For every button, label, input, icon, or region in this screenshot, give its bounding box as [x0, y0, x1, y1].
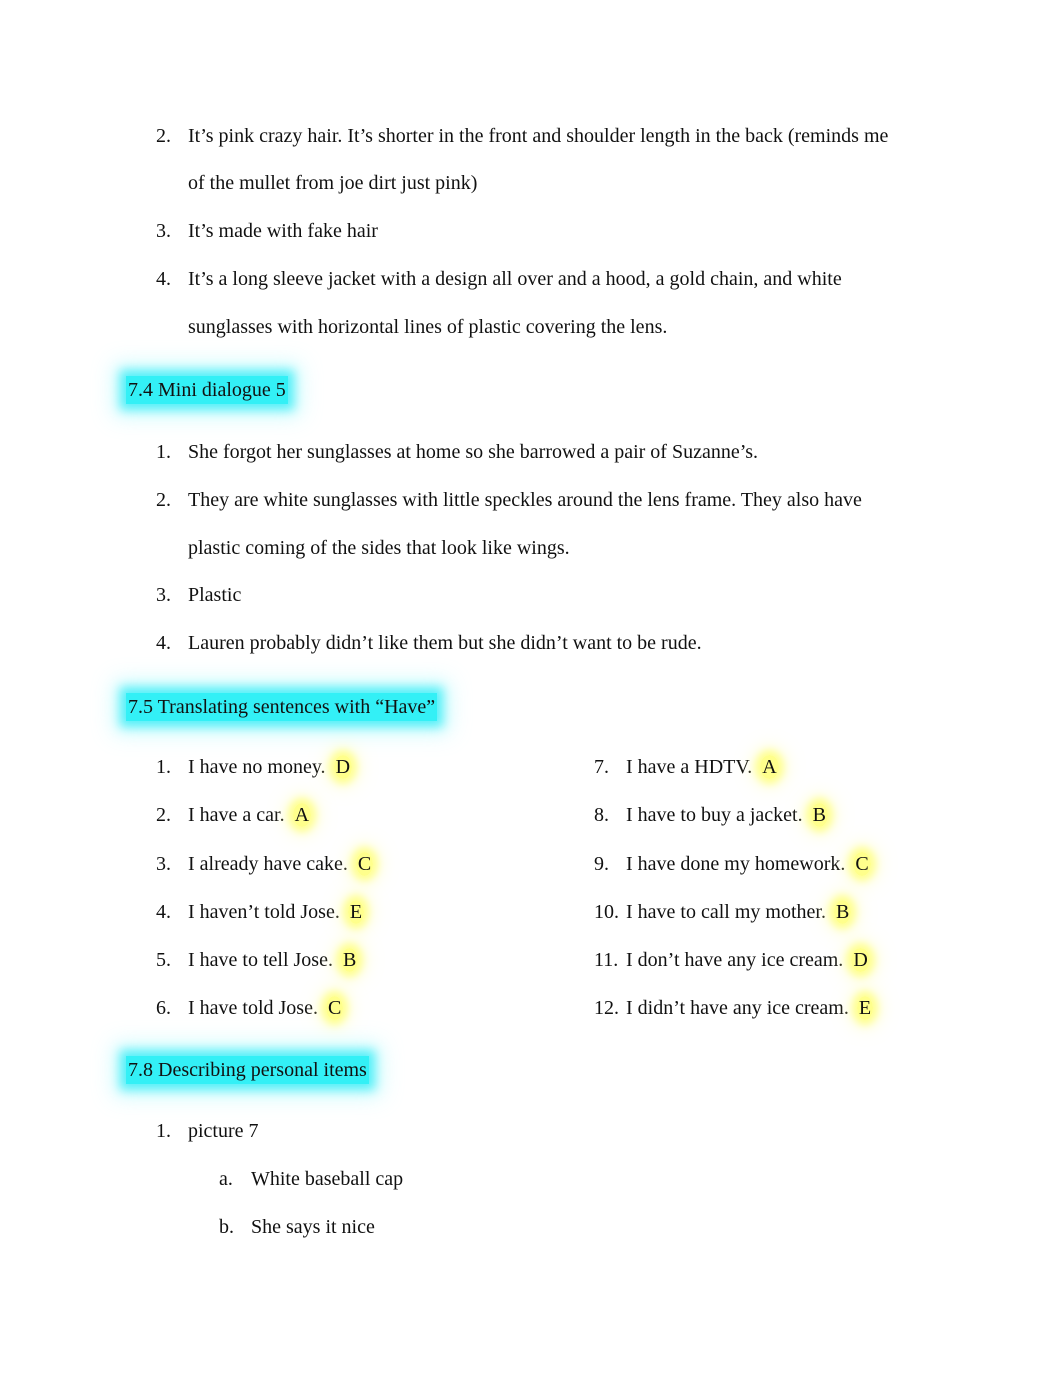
- sentence: I have told Jose.: [188, 997, 318, 1019]
- answer-highlight: E: [856, 996, 874, 1020]
- answer-highlight: C: [355, 852, 374, 876]
- list-number: 4.: [156, 268, 171, 290]
- list-number: 10.: [594, 901, 619, 923]
- list-number: 1.: [156, 756, 171, 778]
- list-number: 9.: [594, 853, 609, 875]
- sentence: I have to buy a jacket.: [626, 804, 803, 826]
- answer-highlight: B: [340, 948, 359, 972]
- list-number: 1.: [156, 1120, 171, 1142]
- sentence: I have to call my mother.: [626, 901, 826, 923]
- sentence: I haven’t told Jose.: [188, 901, 340, 923]
- answer-highlight: C: [853, 852, 871, 876]
- list-number: 1.: [156, 441, 171, 463]
- list-number: 3.: [156, 853, 171, 875]
- answer-highlight: C: [325, 996, 344, 1020]
- answer-highlight: B: [810, 803, 828, 827]
- answer-highlight: B: [833, 900, 852, 924]
- list-text: It’s pink crazy hair. It’s shorter in th…: [188, 125, 889, 147]
- sub-list-letter: a.: [219, 1168, 233, 1190]
- answer-highlight: E: [347, 900, 365, 924]
- answer-highlight: D: [333, 755, 353, 779]
- list-number: 7.: [594, 756, 609, 778]
- list-text: I have to tell Jose. B: [188, 948, 359, 972]
- list-text: Lauren probably didn’t like them but she…: [188, 632, 702, 654]
- list-text: I haven’t told Jose. E: [188, 900, 365, 924]
- list-text: I have no money. D: [188, 755, 353, 779]
- list-text: Plastic: [188, 584, 242, 606]
- list-text: It’s made with fake hair: [188, 220, 378, 242]
- sentence: I have to tell Jose.: [188, 949, 333, 971]
- answer-highlight: A: [760, 755, 779, 779]
- answer-highlight: A: [292, 803, 312, 827]
- sub-list-text: She says it nice: [251, 1216, 375, 1238]
- sentence: I have no money.: [188, 756, 326, 778]
- list-number: 2.: [156, 804, 171, 826]
- list-number: 4.: [156, 901, 171, 923]
- list-text: sunglasses with horizontal lines of plas…: [188, 316, 668, 338]
- list-text: I have done my homework. C: [626, 852, 871, 876]
- list-number: 6.: [156, 997, 171, 1019]
- section-heading-7-5: 7.5 Translating sentences with “Have”: [126, 693, 438, 721]
- list-text: picture 7: [188, 1120, 259, 1142]
- list-number: 2.: [156, 125, 171, 147]
- list-text: I already have cake. C: [188, 852, 374, 876]
- section-heading-7-8: 7.8 Describing personal items: [126, 1056, 369, 1084]
- list-number: 3.: [156, 220, 171, 242]
- list-text: I have a car. A: [188, 803, 312, 827]
- list-number: 12.: [594, 997, 619, 1019]
- sub-list-text: White baseball cap: [251, 1168, 404, 1190]
- section-heading-7-4: 7.4 Mini dialogue 5: [126, 376, 288, 404]
- list-text: It’s a long sleeve jacket with a design …: [188, 268, 842, 290]
- list-text: I didn’t have any ice cream. E: [626, 996, 874, 1020]
- sentence: I don’t have any ice cream.: [626, 949, 844, 971]
- sentence: I have done my homework.: [626, 853, 846, 875]
- list-text: I don’t have any ice cream. D: [626, 948, 870, 972]
- list-number: 8.: [594, 804, 609, 826]
- list-number: 4.: [156, 632, 171, 654]
- sub-list-letter: b.: [219, 1216, 234, 1238]
- answer-highlight: D: [851, 948, 870, 972]
- list-text: of the mullet from joe dirt just pink): [188, 172, 478, 194]
- list-text: She forgot her sunglasses at home so she…: [188, 441, 759, 463]
- sentence: I already have cake.: [188, 853, 348, 875]
- sentence: I have a car.: [188, 804, 285, 826]
- list-text: I have a HDTV. A: [626, 755, 779, 779]
- list-text: plastic coming of the sides that look li…: [188, 537, 570, 559]
- list-number: 5.: [156, 949, 171, 971]
- list-text: I have to call my mother. B: [626, 900, 852, 924]
- list-text: They are white sunglasses with little sp…: [188, 489, 862, 511]
- sentence: I didn’t have any ice cream.: [626, 997, 849, 1019]
- list-text: I have to buy a jacket. B: [626, 803, 828, 827]
- sentence: I have a HDTV.: [626, 756, 753, 778]
- list-number: 2.: [156, 489, 171, 511]
- list-text: I have told Jose. C: [188, 996, 344, 1020]
- list-number: 11.: [594, 949, 619, 971]
- list-number: 3.: [156, 584, 171, 606]
